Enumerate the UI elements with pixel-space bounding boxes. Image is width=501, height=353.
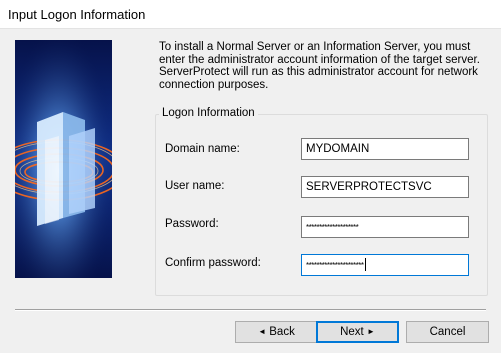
title-bar: Input Logon Information: [0, 0, 501, 29]
cancel-button-label: Cancel: [429, 326, 466, 338]
confirm-password-field[interactable]: **********************: [301, 254, 469, 276]
back-button[interactable]: ◄ Back: [235, 321, 318, 343]
logon-info-group-title: Logon Information: [159, 107, 258, 119]
password-field[interactable]: ********************: [301, 216, 469, 238]
domain-name-label: Domain name:: [165, 143, 240, 155]
button-separator: [15, 309, 486, 311]
cancel-button[interactable]: Cancel: [406, 321, 489, 343]
back-arrow-icon: ◄: [258, 327, 267, 336]
confirm-password-value: **********************: [306, 261, 364, 270]
next-button-label: Next: [340, 326, 364, 339]
window-title: Input Logon Information: [8, 7, 146, 22]
intro-text: To install a Normal Server or an Informa…: [159, 41, 480, 91]
user-name-value: SERVERPROTECTSVC: [306, 181, 432, 193]
next-button[interactable]: Next ►: [316, 321, 399, 343]
password-label: Password:: [165, 218, 219, 230]
user-name-label: User name:: [165, 180, 225, 192]
next-arrow-icon: ►: [366, 327, 375, 336]
setup-banner-image: [15, 40, 112, 278]
user-name-field[interactable]: SERVERPROTECTSVC: [301, 176, 469, 198]
domain-name-field[interactable]: MYDOMAIN: [301, 138, 469, 160]
back-button-label: Back: [269, 326, 295, 339]
confirm-password-label: Confirm password:: [165, 257, 261, 269]
password-value: ********************: [306, 223, 359, 232]
text-caret: [364, 258, 366, 272]
domain-name-value: MYDOMAIN: [306, 143, 370, 155]
